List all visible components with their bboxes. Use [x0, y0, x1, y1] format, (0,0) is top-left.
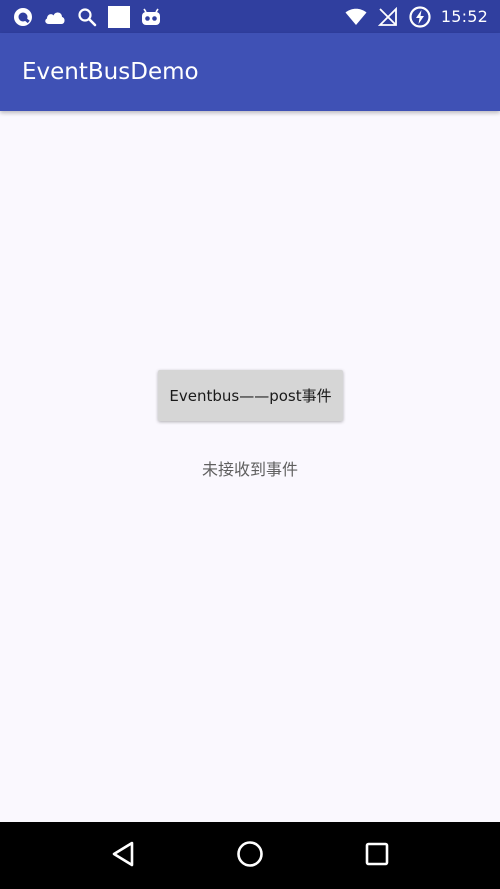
battery-charging-icon — [409, 5, 431, 28]
event-status-text: 未接收到事件 — [201, 460, 298, 479]
main-content: Eventbus——post事件 未接收到事件 — [0, 111, 500, 822]
q-app-icon — [12, 6, 34, 28]
home-button[interactable] — [225, 831, 275, 881]
post-event-button[interactable]: Eventbus——post事件 — [158, 370, 343, 421]
back-button[interactable] — [98, 831, 148, 881]
recents-icon — [364, 841, 390, 871]
recents-button[interactable] — [352, 831, 402, 881]
status-notifications — [12, 5, 162, 28]
app-title: EventBusDemo — [22, 59, 199, 85]
status-system-icons: 15:52 — [345, 5, 488, 28]
navigation-bar — [0, 822, 500, 889]
home-icon — [236, 840, 264, 872]
search-icon — [76, 6, 98, 28]
status-bar: 15:52 — [0, 0, 500, 33]
wifi-icon — [345, 6, 367, 28]
blank-notification-icon — [108, 5, 130, 28]
app-bar: EventBusDemo — [0, 33, 500, 111]
cloud-icon — [44, 6, 66, 28]
phone-screen: 15:52 EventBusDemo Eventbus——post事件 未接收到… — [0, 0, 500, 889]
status-clock: 15:52 — [440, 7, 488, 26]
android-robot-icon — [140, 6, 162, 28]
back-icon — [110, 840, 136, 872]
no-signal-icon — [377, 6, 399, 28]
